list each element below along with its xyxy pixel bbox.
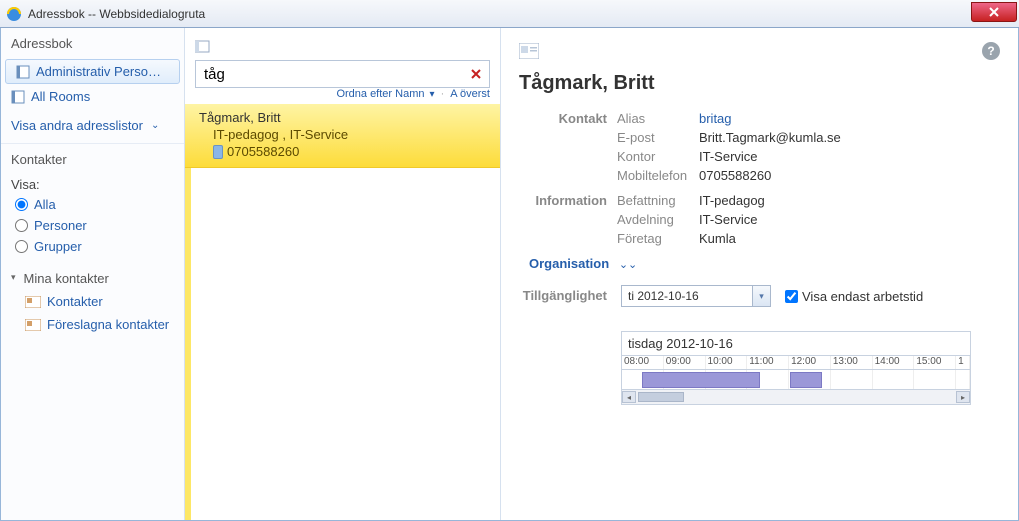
busy-block bbox=[642, 372, 760, 388]
radio-all-input[interactable] bbox=[15, 198, 28, 211]
schedule-box: tisdag 2012-10-16 08:00 09:00 10:00 11:0… bbox=[621, 331, 971, 405]
section-info: Information bbox=[519, 193, 617, 208]
radio-groups[interactable]: Grupper bbox=[1, 236, 184, 257]
window-titlebar: Adressbok -- Webbsidedialogruta bbox=[0, 0, 1019, 28]
suggested-contacts-label: Föreslagna kontakter bbox=[47, 317, 169, 332]
schedule-row bbox=[622, 370, 970, 390]
label-office: Kontor bbox=[617, 149, 699, 164]
search-toolbar bbox=[185, 28, 500, 84]
organisation-toggle[interactable]: Organisation ⌄⌄ bbox=[529, 256, 1000, 271]
window-title: Adressbok -- Webbsidedialogruta bbox=[28, 7, 205, 21]
my-contacts-header[interactable]: ▾ Mina kontakter bbox=[1, 267, 184, 290]
radio-all[interactable]: Alla bbox=[1, 194, 184, 215]
radio-groups-input[interactable] bbox=[15, 240, 28, 253]
addressbook-icon bbox=[16, 65, 30, 79]
chevron-down-icon: ⌄ bbox=[151, 120, 159, 131]
contact-card-icon bbox=[25, 319, 41, 331]
organisation-label: Organisation bbox=[529, 256, 609, 271]
radio-all-label: Alla bbox=[34, 197, 56, 212]
value-jobtitle: IT-pedagog bbox=[699, 193, 1000, 208]
addrlist-other[interactable]: Visa andra adresslistor ⌄ bbox=[1, 114, 184, 137]
schedule-scrollbar[interactable]: ◂ ▸ bbox=[622, 390, 970, 404]
double-chevron-down-icon: ⌄⌄ bbox=[619, 259, 637, 271]
date-combo[interactable]: ti 2012-10-16 ▾ bbox=[621, 285, 771, 307]
addrlist-admin-label: Administrativ Perso… bbox=[36, 64, 161, 79]
value-email: Britt.Tagmark@kumla.se bbox=[699, 130, 1000, 145]
sidebar: Adressbok Administrativ Perso… All Rooms… bbox=[1, 28, 185, 520]
addrlist-other-label: Visa andra adresslistor bbox=[11, 118, 143, 133]
label-company: Företag bbox=[617, 231, 699, 246]
radio-people-input[interactable] bbox=[15, 219, 28, 232]
sort-by-name-link[interactable]: Ordna efter Namn ▾ bbox=[336, 88, 434, 100]
scroll-right-button[interactable]: ▸ bbox=[956, 391, 970, 403]
sort-row: Ordna efter Namn ▾ · A överst bbox=[185, 84, 500, 104]
scroll-left-button[interactable]: ◂ bbox=[622, 391, 636, 403]
result-name: Tågmark, Britt bbox=[199, 110, 490, 125]
gal-icon[interactable] bbox=[195, 39, 211, 53]
addrlist-rooms[interactable]: All Rooms bbox=[1, 85, 184, 108]
show-workhours-input[interactable] bbox=[785, 290, 798, 303]
label-dept: Avdelning bbox=[617, 212, 699, 227]
window-close-button[interactable] bbox=[971, 2, 1017, 22]
radio-people-label: Personer bbox=[34, 218, 87, 233]
busy-block bbox=[790, 372, 822, 388]
availability-section: Tillgänglighet ti 2012-10-16 ▾ Visa enda… bbox=[519, 285, 1000, 405]
schedule-day-header: tisdag 2012-10-16 bbox=[622, 332, 970, 356]
value-mobile: 0705588260 bbox=[699, 168, 1000, 183]
show-workhours-label: Visa endast arbetstid bbox=[802, 289, 923, 304]
label-alias: Alias bbox=[617, 111, 699, 126]
ie-icon bbox=[6, 6, 22, 22]
info-fields: Information Befattning IT-pedagog Avdeln… bbox=[519, 193, 1000, 246]
results-pane: Ordna efter Namn ▾ · A överst Tågmark, B… bbox=[185, 28, 501, 520]
suggested-contacts-item[interactable]: Föreslagna kontakter bbox=[1, 313, 184, 336]
label-mobile: Mobiltelefon bbox=[617, 168, 699, 183]
date-combo-value: ti 2012-10-16 bbox=[622, 289, 752, 303]
availability-label: Tillgänglighet bbox=[519, 285, 617, 303]
value-office: IT-Service bbox=[699, 149, 1000, 164]
triangle-down-icon: ▾ bbox=[11, 272, 16, 283]
details-pane: ? Tågmark, Britt Kontakt Alias britag E-… bbox=[501, 28, 1018, 520]
my-contacts-item-label: Kontakter bbox=[47, 294, 103, 309]
scroll-thumb[interactable] bbox=[638, 392, 684, 402]
app-frame: Adressbok Administrativ Perso… All Rooms… bbox=[0, 28, 1019, 521]
phone-icon bbox=[213, 145, 223, 159]
contact-card-icon bbox=[519, 43, 539, 59]
value-alias[interactable]: britag bbox=[699, 111, 732, 126]
help-button[interactable]: ? bbox=[982, 42, 1000, 60]
contact-card-icon bbox=[25, 296, 41, 308]
result-phone-text: 0705588260 bbox=[227, 144, 299, 159]
results-empty-area bbox=[185, 168, 500, 520]
schedule-scale: 08:00 09:00 10:00 11:00 12:00 13:00 14:0… bbox=[622, 356, 970, 370]
my-contacts-label: Mina kontakter bbox=[24, 271, 109, 286]
my-contacts-item[interactable]: Kontakter bbox=[1, 290, 184, 313]
sort-direction-link[interactable]: A överst bbox=[450, 88, 490, 100]
chevron-down-icon: ▾ bbox=[430, 89, 435, 100]
label-jobtitle: Befattning bbox=[617, 193, 699, 208]
contact-fields: Kontakt Alias britag E-post Britt.Tagmar… bbox=[519, 111, 1000, 183]
date-combo-dropdown-button[interactable]: ▾ bbox=[752, 286, 770, 306]
result-phone: 0705588260 bbox=[199, 144, 490, 159]
search-input[interactable] bbox=[196, 64, 463, 85]
contacts-header: Kontakter bbox=[1, 143, 184, 171]
value-company: Kumla bbox=[699, 231, 1000, 246]
addrlist-rooms-label: All Rooms bbox=[31, 89, 90, 104]
details-title: Tågmark, Britt bbox=[519, 72, 1000, 95]
sidebar-header: Adressbok bbox=[1, 28, 184, 58]
radio-groups-label: Grupper bbox=[34, 239, 82, 254]
visa-label: Visa: bbox=[1, 171, 184, 194]
radio-people[interactable]: Personer bbox=[1, 215, 184, 236]
addrlist-admin[interactable]: Administrativ Perso… bbox=[5, 59, 180, 84]
show-workhours-checkbox[interactable]: Visa endast arbetstid bbox=[785, 289, 923, 304]
value-dept: IT-Service bbox=[699, 212, 1000, 227]
addressbook-icon bbox=[11, 90, 25, 104]
result-subtitle: IT-pedagog , IT-Service bbox=[199, 127, 490, 142]
label-email: E-post bbox=[617, 130, 699, 145]
section-contact: Kontakt bbox=[519, 111, 617, 126]
result-item[interactable]: Tågmark, Britt IT-pedagog , IT-Service 0… bbox=[185, 104, 500, 168]
